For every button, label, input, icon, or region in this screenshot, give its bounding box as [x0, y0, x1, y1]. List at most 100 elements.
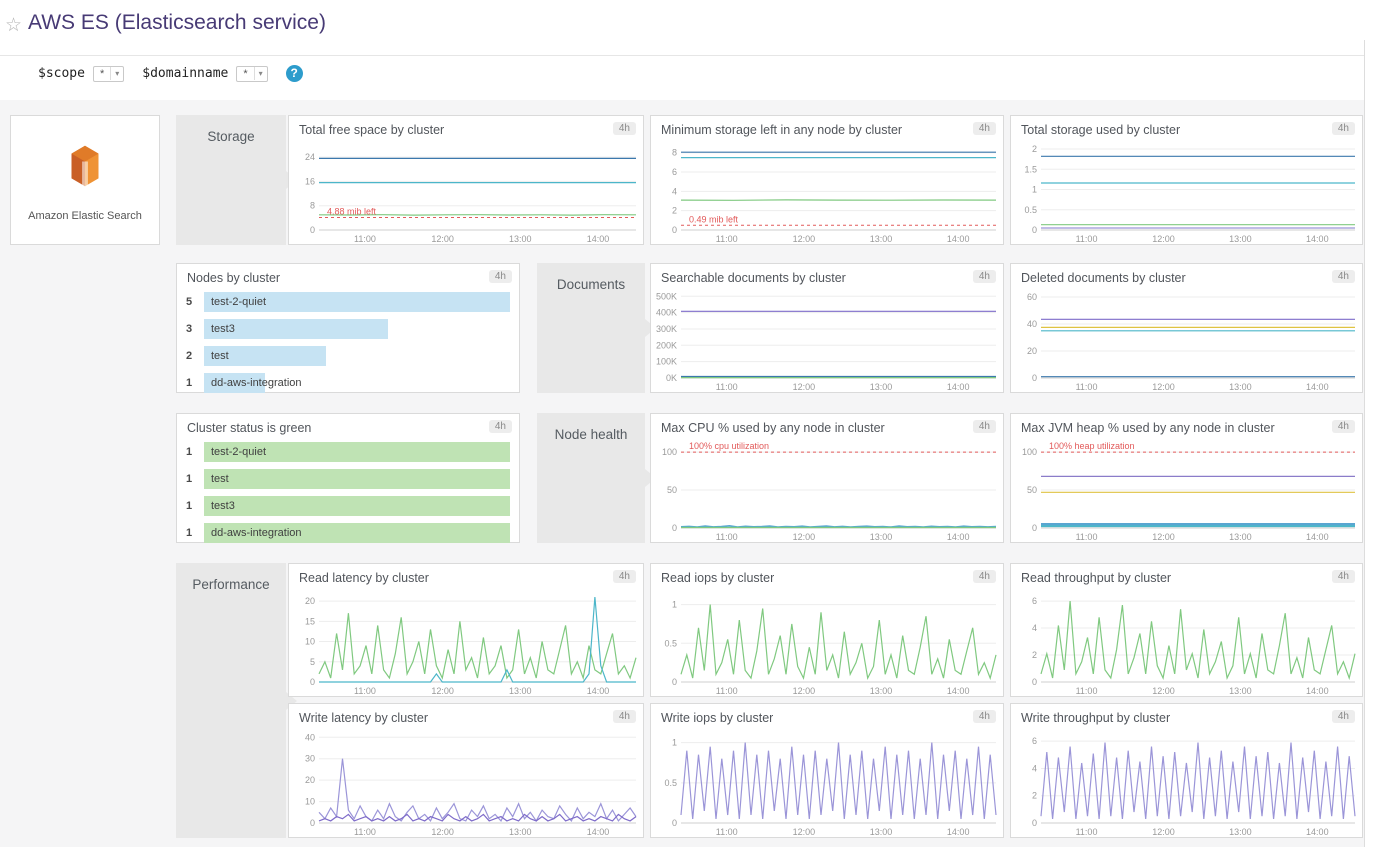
bar-row[interactable]: 1 dd-aws-integration [186, 523, 510, 543]
favorite-star-icon[interactable]: ☆ [5, 14, 22, 37]
section-label-text: Performance [192, 577, 269, 592]
chart-plot[interactable]: 00.511.5211:0012:0013:0014:00 [1011, 140, 1362, 244]
section-label-text: Storage [207, 129, 254, 144]
svg-text:40: 40 [1027, 319, 1037, 329]
svg-text:6: 6 [1032, 736, 1037, 746]
chart-card-cluster-status: Cluster status is green 4h 1test-2-quiet… [176, 413, 520, 543]
svg-text:8: 8 [672, 148, 677, 158]
bar-label: dd-aws-integration [211, 527, 302, 539]
svg-text:16: 16 [305, 176, 315, 186]
svg-text:500K: 500K [656, 291, 677, 301]
chart-plot[interactable]: 0510152011:0012:0013:0014:00 [289, 588, 643, 696]
chart-plot[interactable]: 024611:0012:0013:0014:00 [1011, 728, 1362, 837]
svg-text:0.49 mib left: 0.49 mib left [689, 214, 739, 224]
svg-text:8: 8 [310, 201, 315, 211]
svg-text:12:00: 12:00 [1152, 532, 1175, 542]
svg-text:11:00: 11:00 [716, 827, 738, 837]
chart-card-read-iops: Read iops by cluster 4h 00.5111:0012:001… [650, 563, 1004, 697]
chart-card-write-iops: Write iops by cluster 4h 00.5111:0012:00… [650, 703, 1004, 838]
bar-label: test-2-quiet [211, 446, 266, 458]
svg-text:400K: 400K [656, 308, 677, 318]
bar-label: dd-aws-integration [211, 377, 302, 389]
svg-text:11:00: 11:00 [1076, 827, 1098, 837]
bar-row[interactable]: 1test-2-quiet [186, 442, 510, 462]
chart-title: Cluster status is green [187, 421, 311, 435]
chart-plot[interactable]: 08162411:0012:0013:0014:004.88 mib left [289, 140, 643, 244]
bar-value: 1 [186, 527, 199, 539]
bar-track: dd-aws-integration [204, 373, 510, 393]
svg-text:4.88 mib left: 4.88 mib left [327, 207, 377, 217]
svg-text:11:00: 11:00 [1076, 234, 1098, 244]
svg-text:13:00: 13:00 [1229, 234, 1252, 244]
chart-plot[interactable]: 5test-2-quiet3test32test1dd-aws-integrat… [186, 292, 510, 388]
bar-row[interactable]: 1dd-aws-integration [186, 373, 510, 393]
svg-text:13:00: 13:00 [870, 827, 893, 837]
bar-row[interactable]: 5test-2-quiet [186, 292, 510, 312]
amazon-es-logo-icon [58, 139, 112, 198]
help-icon[interactable]: ? [286, 65, 303, 82]
timeframe-badge: 4h [1332, 122, 1355, 135]
chart-card-total-free-space: Total free space by cluster 4h 08162411:… [288, 115, 644, 245]
chart-plot[interactable]: 00.5111:0012:0013:0014:00 [651, 728, 1003, 837]
svg-text:13:00: 13:00 [870, 382, 893, 392]
svg-text:12:00: 12:00 [793, 532, 816, 542]
chart-plot[interactable]: 0246811:0012:0013:0014:000.49 mib left [651, 140, 1003, 244]
chart-title: Deleted documents by cluster [1021, 271, 1186, 285]
svg-text:11:00: 11:00 [716, 382, 738, 392]
scope-variable-select[interactable]: * ▾ [93, 66, 124, 82]
domainname-variable-select[interactable]: * ▾ [236, 66, 267, 82]
chart-plot[interactable]: 0K100K200K300K400K500K11:0012:0013:0014:… [651, 288, 1003, 392]
svg-text:30: 30 [305, 754, 315, 764]
bar-row[interactable]: 1test [186, 469, 510, 489]
svg-text:12:00: 12:00 [793, 382, 816, 392]
bar-track: dd-aws-integration [204, 523, 510, 543]
template-variable-bar: $scope * ▾ $domainname * ▾ ? [38, 65, 303, 82]
svg-text:11:00: 11:00 [354, 686, 376, 696]
chart-plot[interactable]: 1test-2-quiet 1test 1test3 1 dd-aws-integrat… [186, 442, 510, 538]
timeframe-badge: 4h [613, 122, 636, 135]
bar-value: 5 [186, 296, 199, 308]
chart-plot[interactable]: 020406011:0012:0013:0014:00 [1011, 288, 1362, 392]
chart-plot[interactable]: 01020304011:0012:0013:0014:00 [289, 728, 643, 837]
svg-text:0: 0 [1032, 677, 1037, 687]
svg-text:13:00: 13:00 [509, 827, 532, 837]
chevron-down-icon: ▾ [110, 67, 123, 80]
dashboard: ☆ AWS ES (Elasticsearch service) $scope … [0, 0, 1376, 847]
svg-text:13:00: 13:00 [1229, 827, 1252, 837]
chart-card-total-storage-used: Total storage used by cluster 4h 00.511.… [1010, 115, 1363, 245]
svg-text:6: 6 [672, 167, 677, 177]
bar-row[interactable]: 2test [186, 346, 510, 366]
bar-row[interactable]: 1test3 [186, 496, 510, 516]
svg-text:0: 0 [310, 677, 315, 687]
chart-title: Total free space by cluster [299, 123, 444, 137]
svg-text:100% cpu utilization: 100% cpu utilization [689, 441, 769, 451]
logo-label: Amazon Elastic Search [28, 210, 142, 222]
svg-text:13:00: 13:00 [870, 686, 893, 696]
logo-card: Amazon Elastic Search [10, 115, 160, 245]
chart-plot[interactable]: 00.5111:0012:0013:0014:00 [651, 588, 1003, 696]
bar-row[interactable]: 3test3 [186, 319, 510, 339]
chart-plot[interactable]: 024611:0012:0013:0014:00 [1011, 588, 1362, 696]
chart-card-write-latency: Write latency by cluster 4h 01020304011:… [288, 703, 644, 838]
svg-text:12:00: 12:00 [1152, 382, 1175, 392]
timeframe-badge: 4h [973, 570, 996, 583]
chart-plot[interactable]: 05010011:0012:0013:0014:00100% heap util… [1011, 438, 1362, 542]
svg-text:200K: 200K [656, 340, 677, 350]
svg-text:12:00: 12:00 [431, 234, 454, 244]
chevron-down-icon: ▾ [254, 67, 267, 80]
svg-text:1: 1 [672, 600, 677, 610]
chart-card-max-jvm: Max JVM heap % used by any node in clust… [1010, 413, 1363, 543]
bar-label: test [211, 473, 229, 485]
svg-text:0.5: 0.5 [1024, 205, 1037, 215]
svg-text:50: 50 [667, 485, 677, 495]
svg-text:13:00: 13:00 [509, 234, 532, 244]
svg-text:20: 20 [305, 775, 315, 785]
svg-text:0: 0 [310, 225, 315, 235]
bar [204, 496, 510, 516]
section-label-storage: Storage [176, 115, 286, 245]
svg-text:0: 0 [310, 818, 315, 828]
svg-text:6: 6 [1032, 596, 1037, 606]
dashboard-title: AWS ES (Elasticsearch service) [28, 11, 326, 35]
chart-plot[interactable]: 05010011:0012:0013:0014:00100% cpu utili… [651, 438, 1003, 542]
section-label-node-health: Node health [537, 413, 645, 543]
